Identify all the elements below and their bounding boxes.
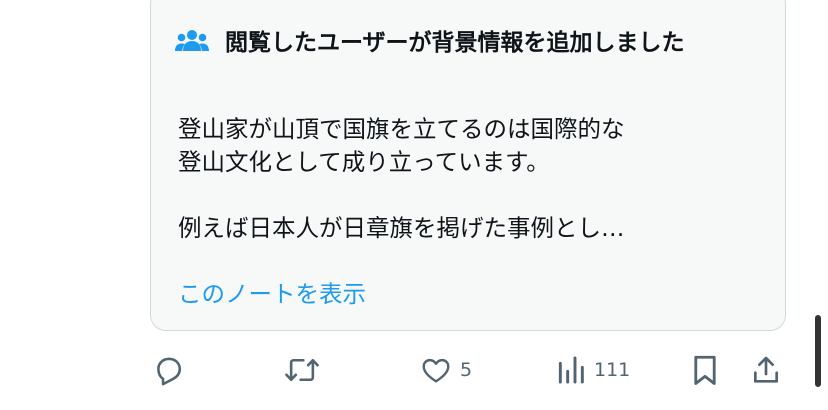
views-count: 111 (594, 359, 631, 381)
reply-icon (152, 353, 186, 387)
repost-button[interactable] (283, 352, 321, 388)
scrollbar-thumb[interactable] (815, 315, 821, 387)
bookmark-button[interactable] (690, 352, 720, 388)
heart-icon (420, 354, 452, 386)
people-icon (175, 29, 209, 57)
show-note-link[interactable]: このノートを表示 (178, 279, 366, 309)
tweet-page: 閲覧したユーザーが背景情報を追加しました 登山家が山頂で国旗を立てるのは国際的な… (0, 0, 828, 410)
like-button[interactable]: 5 (420, 352, 472, 388)
note-title: 閲覧したユーザーが背景情報を追加しました (225, 30, 685, 56)
share-button[interactable] (750, 352, 782, 388)
analytics-icon (556, 354, 586, 386)
bookmark-icon (690, 353, 720, 387)
note-body: 登山家が山頂で国旗を立てるのは国際的な 登山文化として成り立っています。 例えば… (178, 115, 625, 242)
note-header: 閲覧したユーザーが背景情報を追加しました (175, 27, 765, 60)
community-note-card: 閲覧したユーザーが背景情報を追加しました 登山家が山頂で国旗を立てるのは国際的な… (150, 0, 786, 331)
repost-icon (283, 353, 321, 387)
views-button[interactable]: 111 (556, 352, 630, 388)
share-icon (750, 353, 782, 387)
reply-button[interactable] (152, 352, 186, 388)
like-count: 5 (460, 359, 473, 381)
